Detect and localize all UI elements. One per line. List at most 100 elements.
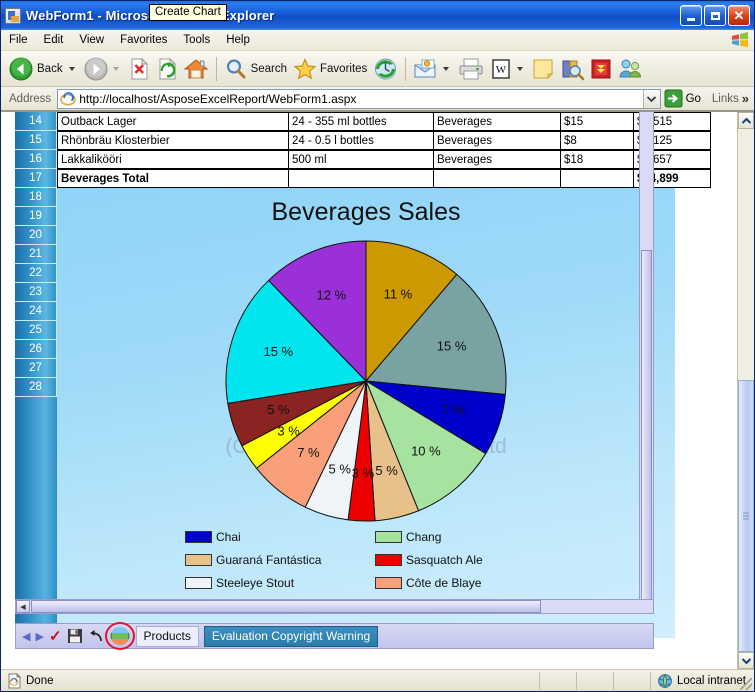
menu-tools[interactable]: Tools bbox=[176, 32, 217, 48]
row-header[interactable]: 25 bbox=[15, 321, 57, 340]
cell-quantity[interactable]: 24 - 355 ml bottles bbox=[289, 112, 434, 131]
row-header[interactable]: 17 bbox=[15, 169, 57, 188]
menu-help[interactable]: Help bbox=[219, 32, 257, 48]
address-input[interactable]: http://localhost/AsposeExcelReport/WebFo… bbox=[57, 88, 661, 109]
cell-unit-price[interactable]: $18 bbox=[561, 150, 634, 169]
legend-item[interactable]: Steeleye Stout bbox=[185, 576, 365, 590]
row-header[interactable]: 18 bbox=[15, 188, 57, 207]
report-horizontal-scrollbar[interactable]: ◀ bbox=[15, 599, 654, 614]
cell-product-name[interactable]: Outback Lager bbox=[57, 112, 289, 131]
report-vscroll-thumb[interactable] bbox=[641, 250, 652, 610]
table-row[interactable]: 14 Outback Lager 24 - 355 ml bottles Bev… bbox=[15, 112, 711, 131]
cell-category[interactable] bbox=[434, 169, 561, 188]
row-header[interactable]: 23 bbox=[15, 283, 57, 302]
pie-slice-label: 3 % bbox=[352, 465, 375, 480]
chart-area[interactable]: Beverages Sales Evaluation Only Created … bbox=[57, 188, 675, 638]
legend-item[interactable]: Chang bbox=[375, 530, 555, 544]
report-hscroll-left-button[interactable]: ◀ bbox=[16, 600, 30, 613]
menu-view[interactable]: View bbox=[72, 32, 111, 48]
cell-unit-price[interactable]: $15 bbox=[561, 112, 634, 131]
research-button[interactable] bbox=[557, 54, 587, 84]
legend-item[interactable]: Côte de Blaye bbox=[375, 576, 555, 590]
report-content: 14 Outback Lager 24 - 355 ml bottles Bev… bbox=[1, 112, 737, 669]
messenger-button[interactable] bbox=[615, 54, 645, 84]
edit-word-button[interactable]: W bbox=[487, 54, 529, 84]
scroll-up-button[interactable] bbox=[738, 112, 754, 129]
cell-quantity[interactable]: 24 - 0.5 l bottles bbox=[289, 131, 434, 150]
messenger-download-button[interactable] bbox=[587, 54, 615, 84]
table-row[interactable]: 16 Lakkalikööri 500 ml Beverages $18 $6,… bbox=[15, 150, 711, 169]
security-zone-pane[interactable]: Local intranet bbox=[651, 673, 754, 689]
close-button[interactable]: ✕ bbox=[728, 5, 750, 26]
cell-unit-price[interactable]: $8 bbox=[561, 131, 634, 150]
prev-page-icon[interactable]: ◀ bbox=[22, 630, 30, 643]
row-header[interactable]: 19 bbox=[15, 207, 57, 226]
report-vertical-scrollbar[interactable]: ▼ bbox=[639, 112, 654, 614]
title-bar: WebForm1 - Microsoft Internet Explorer ✕ bbox=[1, 1, 754, 30]
menu-edit[interactable]: Edit bbox=[37, 32, 71, 48]
row-header[interactable]: 16 bbox=[15, 150, 57, 169]
report-hscroll-thumb[interactable] bbox=[31, 600, 541, 613]
undo-icon[interactable] bbox=[88, 629, 104, 643]
menu-favorites[interactable]: Favorites bbox=[113, 32, 174, 48]
row-header[interactable]: 21 bbox=[15, 245, 57, 264]
mail-button[interactable] bbox=[411, 54, 455, 84]
go-button[interactable]: Go bbox=[661, 89, 706, 108]
cell-unit-price[interactable] bbox=[561, 169, 634, 188]
cell-quantity[interactable]: 500 ml bbox=[289, 150, 434, 169]
back-dropdown-icon[interactable] bbox=[68, 66, 75, 71]
pie-chart[interactable]: 11 % 15 % 7 % 10 % 5 % 3 % 5 % 7 % 3 % 5 % 15 % 12 … bbox=[221, 236, 511, 531]
check-icon[interactable]: ✓ bbox=[49, 627, 62, 645]
cell-product-name[interactable]: Rhönbräu Klosterbier bbox=[57, 131, 289, 150]
row-header[interactable]: 22 bbox=[15, 264, 57, 283]
table-row[interactable]: 15 Rhönbräu Klosterbier 24 - 0.5 l bottl… bbox=[15, 131, 711, 150]
address-dropdown-button[interactable] bbox=[642, 89, 660, 108]
cell-category[interactable]: Beverages bbox=[434, 150, 561, 169]
row-header[interactable]: 20 bbox=[15, 226, 57, 245]
notes-button[interactable] bbox=[529, 54, 557, 84]
legend-item[interactable]: Sasquatch Ale bbox=[375, 553, 555, 567]
resize-grip[interactable] bbox=[740, 678, 752, 690]
cell-total-label[interactable]: Beverages Total bbox=[57, 169, 289, 188]
save-icon[interactable] bbox=[67, 628, 83, 644]
browser-vertical-scrollbar[interactable] bbox=[737, 112, 754, 669]
row-header[interactable]: 24 bbox=[15, 302, 57, 321]
search-icon bbox=[226, 59, 246, 78]
favorites-button[interactable]: Favorites bbox=[291, 54, 371, 84]
scroll-down-button[interactable] bbox=[738, 652, 754, 669]
mail-dropdown-icon[interactable] bbox=[443, 66, 450, 71]
cell-category[interactable]: Beverages bbox=[434, 131, 561, 150]
row-header[interactable]: 14 bbox=[15, 112, 57, 131]
links-label[interactable]: Links bbox=[706, 93, 739, 105]
go-icon bbox=[664, 89, 683, 108]
row-header[interactable]: 27 bbox=[15, 359, 57, 378]
cell-quantity[interactable] bbox=[289, 169, 434, 188]
sheet-tab-evaluation-warning[interactable]: Evaluation Copyright Warning bbox=[203, 625, 379, 647]
legend-item[interactable]: Chai bbox=[185, 530, 365, 544]
create-chart-button[interactable] bbox=[104, 622, 135, 650]
minimize-button[interactable] bbox=[680, 5, 702, 26]
maximize-button[interactable] bbox=[704, 5, 726, 26]
history-button[interactable] bbox=[371, 54, 400, 84]
row-header[interactable]: 15 bbox=[15, 131, 57, 150]
edit-dropdown-icon[interactable] bbox=[517, 66, 524, 71]
toolbar-overflow-icon[interactable]: » bbox=[739, 91, 752, 106]
cell-product-name[interactable]: Lakkalikööri bbox=[57, 150, 289, 169]
print-button[interactable] bbox=[455, 54, 487, 84]
back-button[interactable]: Back bbox=[6, 54, 81, 84]
search-button[interactable]: Search bbox=[222, 54, 291, 84]
legend-item[interactable]: Guaraná Fantástica bbox=[185, 553, 365, 567]
scroll-thumb[interactable] bbox=[738, 380, 754, 652]
cell-category[interactable]: Beverages bbox=[434, 112, 561, 131]
refresh-button[interactable] bbox=[153, 54, 181, 84]
go-label: Go bbox=[685, 92, 701, 105]
row-header[interactable]: 26 bbox=[15, 340, 57, 359]
next-page-icon[interactable]: ▶ bbox=[35, 630, 43, 643]
row-header[interactable]: 28 bbox=[15, 378, 57, 397]
menu-file[interactable]: File bbox=[2, 32, 35, 48]
sheet-tab-products[interactable]: Products bbox=[135, 625, 199, 647]
home-button[interactable] bbox=[181, 54, 211, 84]
stop-button[interactable] bbox=[125, 54, 153, 84]
table-row-total[interactable]: 17 Beverages Total $44,899 bbox=[15, 169, 711, 188]
globe-icon bbox=[658, 673, 672, 689]
